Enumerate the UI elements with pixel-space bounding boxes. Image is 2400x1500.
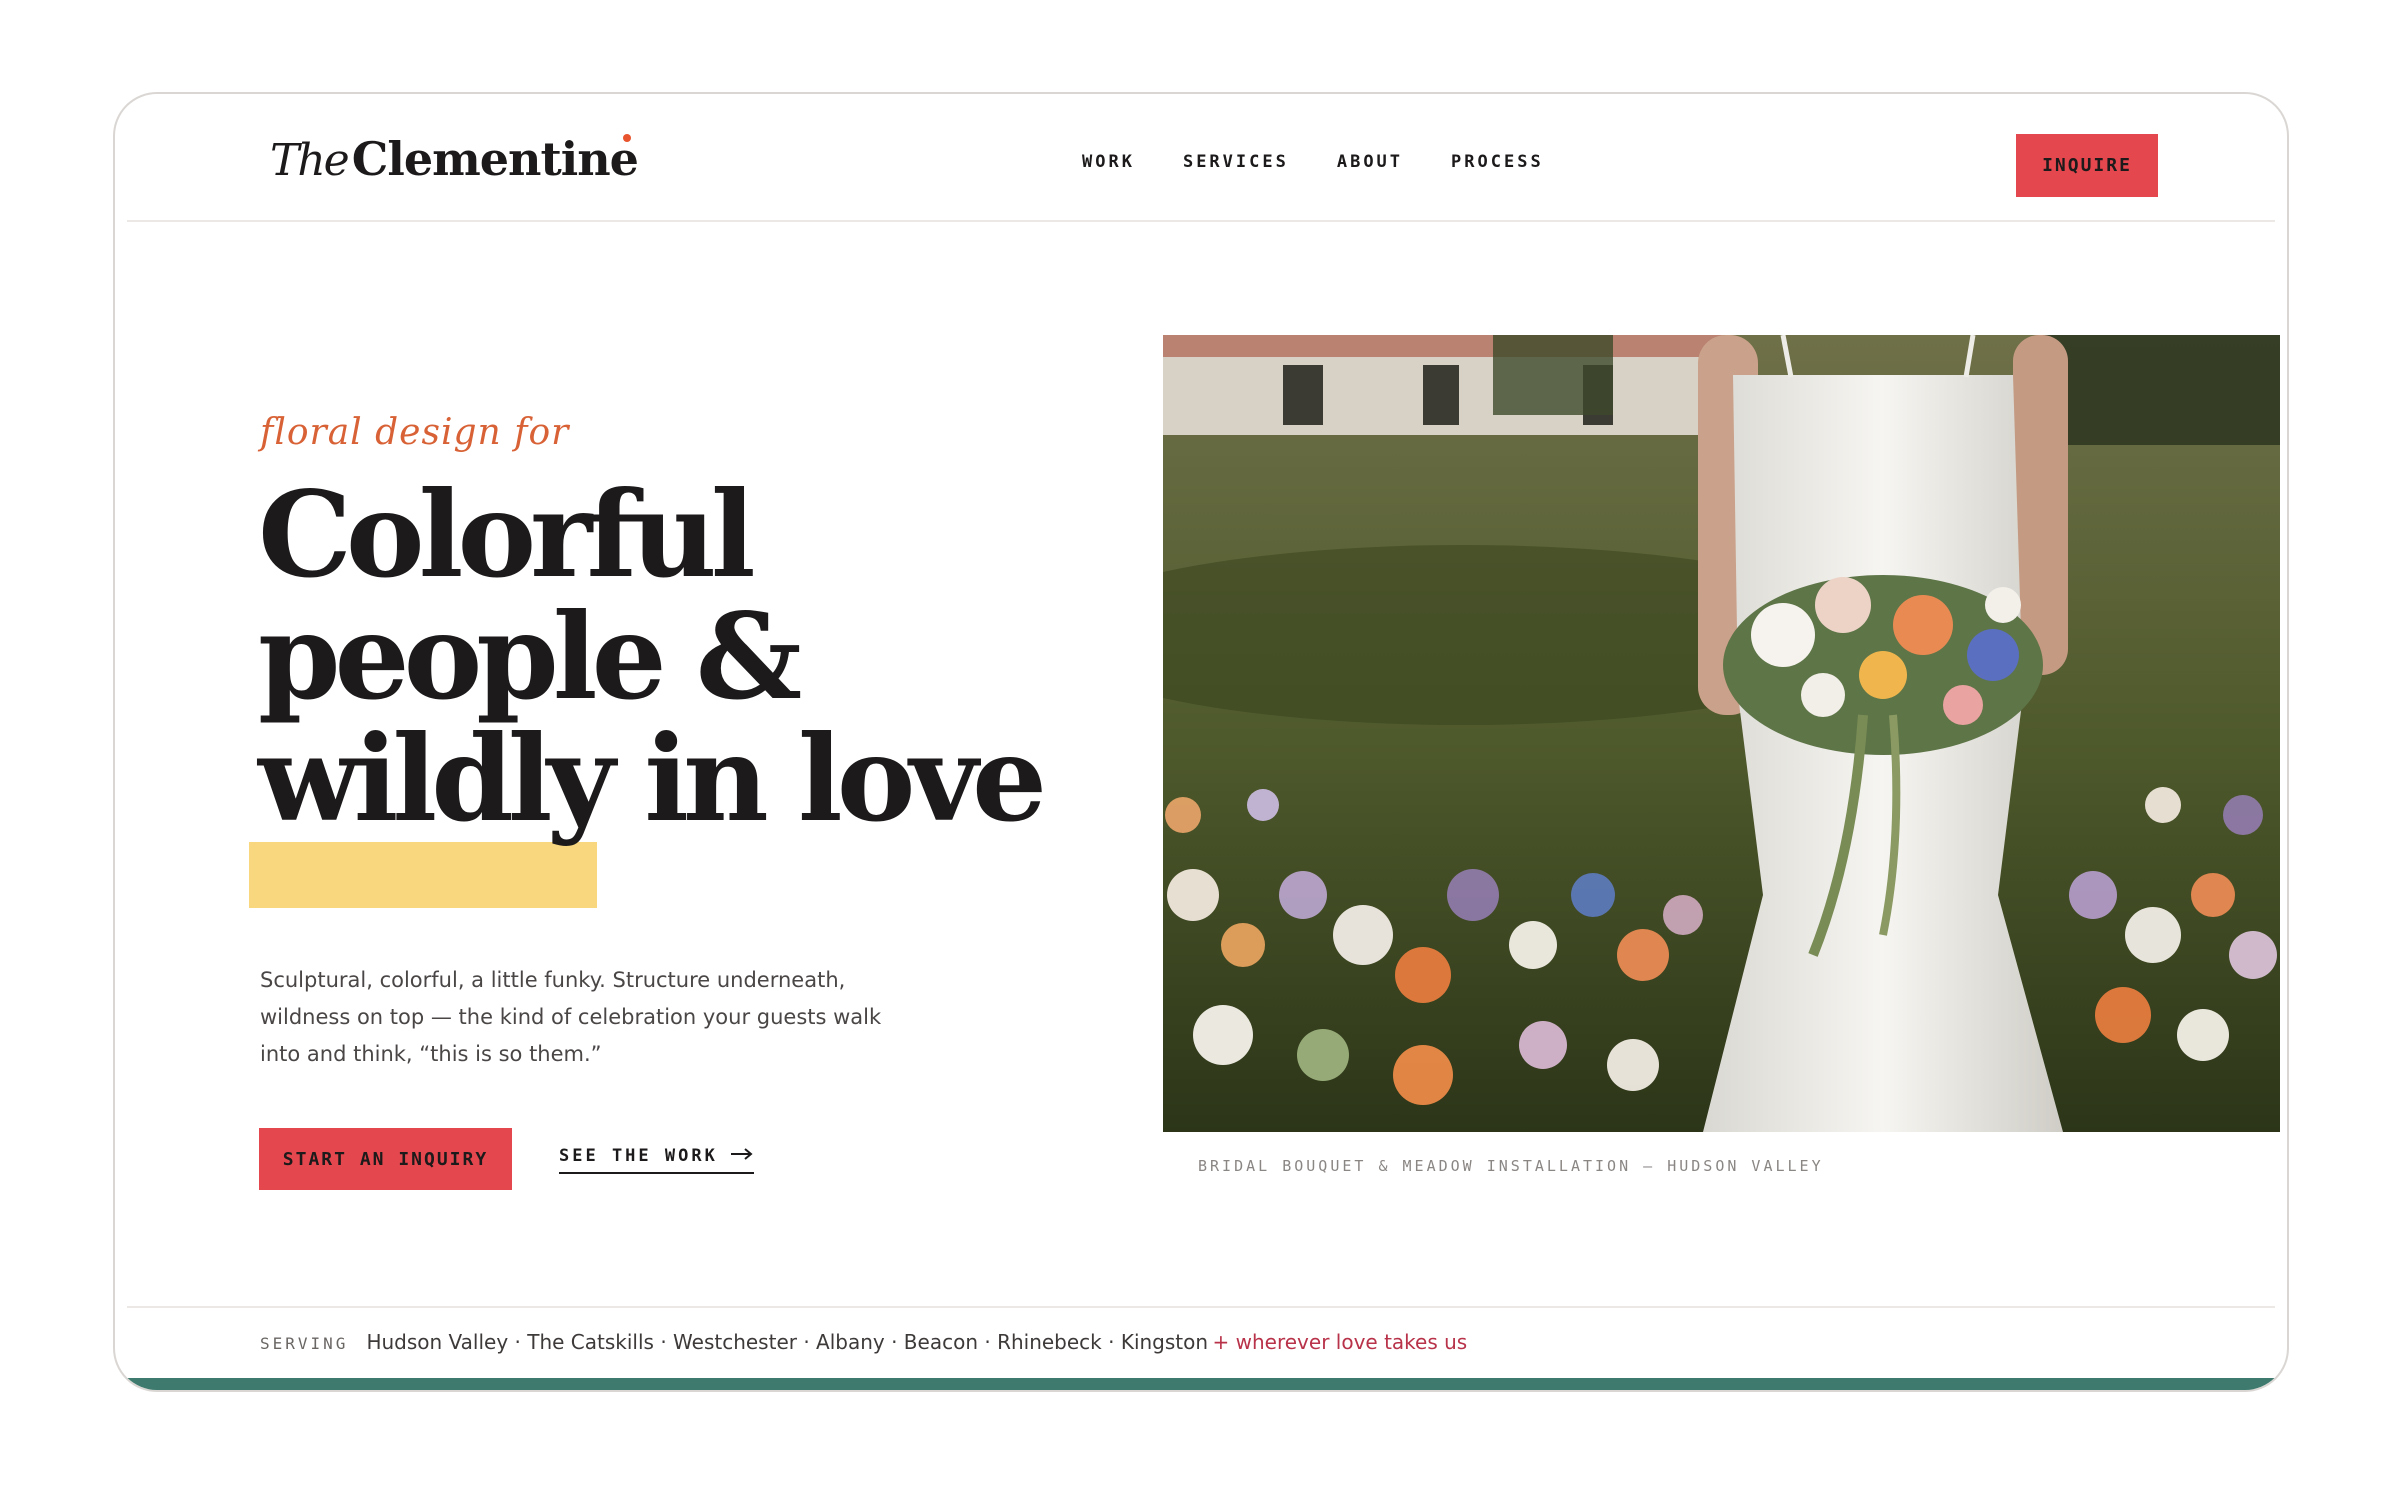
serving-label: SERVING — [260, 1334, 349, 1353]
inquire-button[interactable]: INQUIRE — [2016, 134, 2158, 197]
serving-areas: SERVING Hudson Valley · The Catskills · … — [260, 1330, 1467, 1354]
photo-caption: BRIDAL BOUQUET & MEADOW INSTALLATION — H… — [1198, 1157, 1824, 1175]
arrow-right-icon — [730, 1146, 754, 1166]
page-frame: The Clementine WORK SERVICES ABOUT PROCE… — [113, 92, 2289, 1392]
headline-highlight-marker — [249, 842, 597, 908]
nav-services[interactable]: SERVICES — [1183, 152, 1289, 172]
serving-extra: + wherever love takes us — [1212, 1330, 1468, 1354]
nav-process[interactable]: PROCESS — [1451, 152, 1544, 172]
hero-body-copy: Sculptural, colorful, a little funky. St… — [260, 962, 900, 1073]
headline-line-3-rest: in love — [609, 709, 1047, 848]
site-logo[interactable]: The Clementine — [270, 132, 639, 186]
nav-about[interactable]: ABOUT — [1337, 152, 1403, 172]
headline-line-3: wildly in love — [258, 718, 1047, 840]
footer-accent-bar — [115, 1378, 2287, 1390]
nav-work[interactable]: WORK — [1082, 152, 1135, 172]
main-nav: WORK SERVICES ABOUT PROCESS — [1082, 152, 1544, 172]
hero-kicker: floral design for — [260, 412, 570, 453]
serving-list: Hudson Valley · The Catskills · Westches… — [366, 1330, 1467, 1354]
logo-wordmark: Clementine — [351, 132, 639, 186]
logo-dot-accent — [623, 134, 631, 142]
body-line-3: into and think, “this is so them.” — [260, 1042, 602, 1066]
site-header: The Clementine WORK SERVICES ABOUT PROCE… — [127, 94, 2275, 222]
see-the-work-link[interactable]: SEE THE WORK — [559, 1146, 754, 1174]
serving-divider — [127, 1306, 2275, 1308]
body-line-2: wildness on top — the kind of celebratio… — [260, 1005, 882, 1029]
serving-places: Hudson Valley · The Catskills · Westches… — [366, 1330, 1209, 1354]
headline-line-2: people & — [258, 587, 802, 726]
body-line-1: Sculptural, colorful, a little funky. St… — [260, 968, 846, 992]
see-the-work-label: SEE THE WORK — [559, 1146, 718, 1166]
hero-photo — [1163, 335, 2280, 1132]
headline-highlight-word: wildly — [258, 709, 615, 848]
hero-headline: Colorful people & wildly in love — [258, 465, 1047, 840]
start-inquiry-button[interactable]: START AN INQUIRY — [259, 1128, 512, 1190]
logo-script: The — [270, 135, 350, 186]
headline-line-1: Colorful — [258, 465, 756, 604]
